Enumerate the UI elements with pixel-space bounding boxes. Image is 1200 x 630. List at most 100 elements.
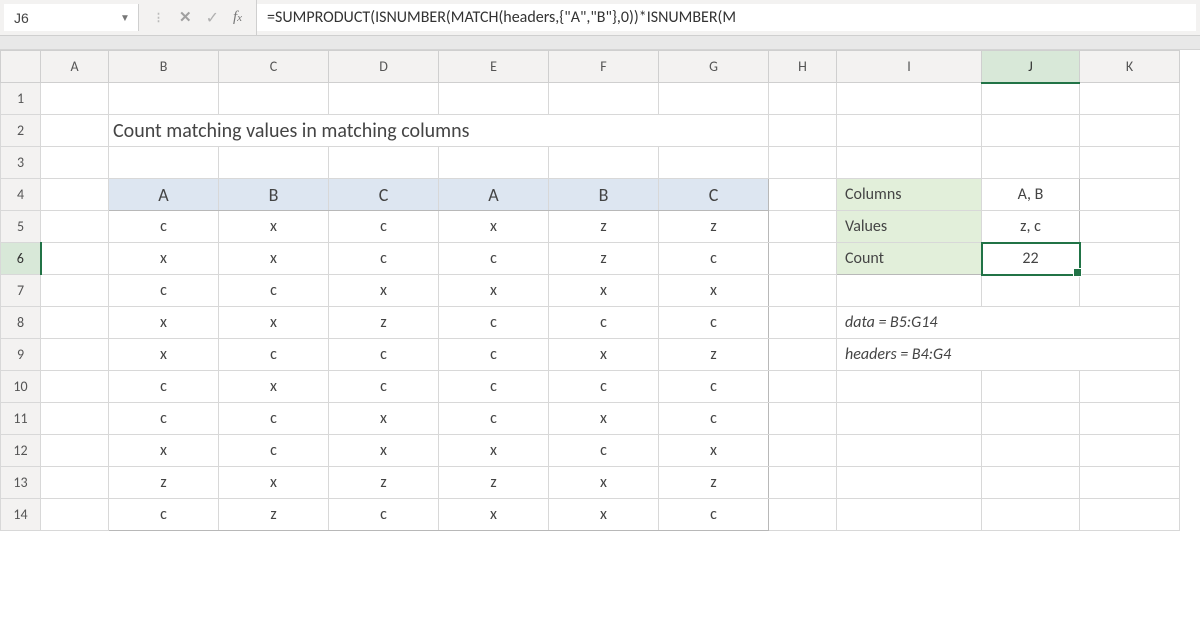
cell-G14[interactable]: c [659, 499, 769, 531]
cell-K3[interactable] [1080, 147, 1180, 179]
cell-K4[interactable] [1080, 179, 1180, 211]
cell-B10[interactable]: c [109, 371, 219, 403]
cell-H5[interactable] [769, 211, 837, 243]
row-header[interactable]: 1 [1, 83, 41, 115]
cell-H4[interactable] [769, 179, 837, 211]
formula-input[interactable]: =SUMPRODUCT(ISNUMBER(MATCH(headers,{"A",… [257, 4, 1196, 31]
row-header[interactable]: 12 [1, 435, 41, 467]
cell-D8[interactable]: z [329, 307, 439, 339]
cell-J12[interactable] [982, 435, 1080, 467]
row-header[interactable]: 7 [1, 275, 41, 307]
cell-J13[interactable] [982, 467, 1080, 499]
cell-I2[interactable] [837, 115, 982, 147]
cell-G9[interactable]: z [659, 339, 769, 371]
lookup-columns-label[interactable]: Columns [837, 179, 982, 211]
lookup-values-value[interactable]: z, c [982, 211, 1080, 243]
cell-D11[interactable]: x [329, 403, 439, 435]
cell-G13[interactable]: z [659, 467, 769, 499]
cell-E13[interactable]: z [439, 467, 549, 499]
row-header[interactable]: 4 [1, 179, 41, 211]
cell-C12[interactable]: c [219, 435, 329, 467]
select-all-corner[interactable] [1, 51, 41, 83]
cell-K1[interactable] [1080, 83, 1180, 115]
cell-I14[interactable] [837, 499, 982, 531]
cell-J1[interactable] [982, 83, 1080, 115]
col-header-D[interactable]: D [329, 51, 439, 83]
cell-J10[interactable] [982, 371, 1080, 403]
cell-A1[interactable] [41, 83, 109, 115]
cell-I12[interactable] [837, 435, 982, 467]
cell-G6[interactable]: c [659, 243, 769, 275]
cell-E6[interactable]: c [439, 243, 549, 275]
cell-F13[interactable]: x [549, 467, 659, 499]
cell-F14[interactable]: x [549, 499, 659, 531]
cell-H1[interactable] [769, 83, 837, 115]
cell-K12[interactable] [1080, 435, 1180, 467]
cell-H12[interactable] [769, 435, 837, 467]
cell-E5[interactable]: x [439, 211, 549, 243]
cell-D5[interactable]: c [329, 211, 439, 243]
cell-H11[interactable] [769, 403, 837, 435]
cell-I11[interactable] [837, 403, 982, 435]
cell-A11[interactable] [41, 403, 109, 435]
cell-B6[interactable]: x [109, 243, 219, 275]
cell-I1[interactable] [837, 83, 982, 115]
cell-B12[interactable]: x [109, 435, 219, 467]
row-header[interactable]: 5 [1, 211, 41, 243]
cell-B1[interactable] [109, 83, 219, 115]
cell-I7[interactable] [837, 275, 982, 307]
cell-E12[interactable]: x [439, 435, 549, 467]
cell-A3[interactable] [41, 147, 109, 179]
cell-E3[interactable] [439, 147, 549, 179]
cell-G4[interactable]: C [659, 179, 769, 211]
cell-B8[interactable]: x [109, 307, 219, 339]
col-header-B[interactable]: B [109, 51, 219, 83]
row-header[interactable]: 2 [1, 115, 41, 147]
cell-K10[interactable] [1080, 371, 1180, 403]
cell-C7[interactable]: c [219, 275, 329, 307]
cell-H10[interactable] [769, 371, 837, 403]
cell-F10[interactable]: c [549, 371, 659, 403]
cell-K2[interactable] [1080, 115, 1180, 147]
cell-E9[interactable]: c [439, 339, 549, 371]
spreadsheet-grid[interactable]: A B C D E F G H I J K 12Count matching v… [0, 50, 1200, 531]
grid-table[interactable]: A B C D E F G H I J K 12Count matching v… [0, 50, 1180, 531]
row-header[interactable]: 6 [1, 243, 41, 275]
cell-D7[interactable]: x [329, 275, 439, 307]
cell-D1[interactable] [329, 83, 439, 115]
cell-A6[interactable] [41, 243, 109, 275]
cell-A2[interactable] [41, 115, 109, 147]
note-headers-range[interactable]: headers = B4:G4 [837, 339, 1180, 371]
cell-E7[interactable]: x [439, 275, 549, 307]
cell-B9[interactable]: x [109, 339, 219, 371]
fx-icon[interactable]: fx [233, 9, 242, 26]
cell-A13[interactable] [41, 467, 109, 499]
col-header-A[interactable]: A [41, 51, 109, 83]
name-box[interactable] [8, 8, 116, 28]
cell-E1[interactable] [439, 83, 549, 115]
cell-H6[interactable] [769, 243, 837, 275]
cell-C13[interactable]: x [219, 467, 329, 499]
cell-A4[interactable] [41, 179, 109, 211]
cell-C6[interactable]: x [219, 243, 329, 275]
cell-A12[interactable] [41, 435, 109, 467]
cell-D6[interactable]: c [329, 243, 439, 275]
cell-C14[interactable]: z [219, 499, 329, 531]
cell-G11[interactable]: c [659, 403, 769, 435]
page-title[interactable]: Count matching values in matching column… [109, 115, 769, 147]
cell-J3[interactable] [982, 147, 1080, 179]
row-header[interactable]: 14 [1, 499, 41, 531]
cell-K11[interactable] [1080, 403, 1180, 435]
row-header[interactable]: 13 [1, 467, 41, 499]
cell-F12[interactable]: c [549, 435, 659, 467]
row-header[interactable]: 10 [1, 371, 41, 403]
cell-H14[interactable] [769, 499, 837, 531]
cell-C5[interactable]: x [219, 211, 329, 243]
cell-D4[interactable]: C [329, 179, 439, 211]
confirm-icon[interactable]: ✓ [206, 8, 219, 28]
col-header-E[interactable]: E [439, 51, 549, 83]
lookup-count-value[interactable]: 22 [982, 243, 1080, 275]
col-header-F[interactable]: F [549, 51, 659, 83]
cell-I10[interactable] [837, 371, 982, 403]
cell-G5[interactable]: z [659, 211, 769, 243]
